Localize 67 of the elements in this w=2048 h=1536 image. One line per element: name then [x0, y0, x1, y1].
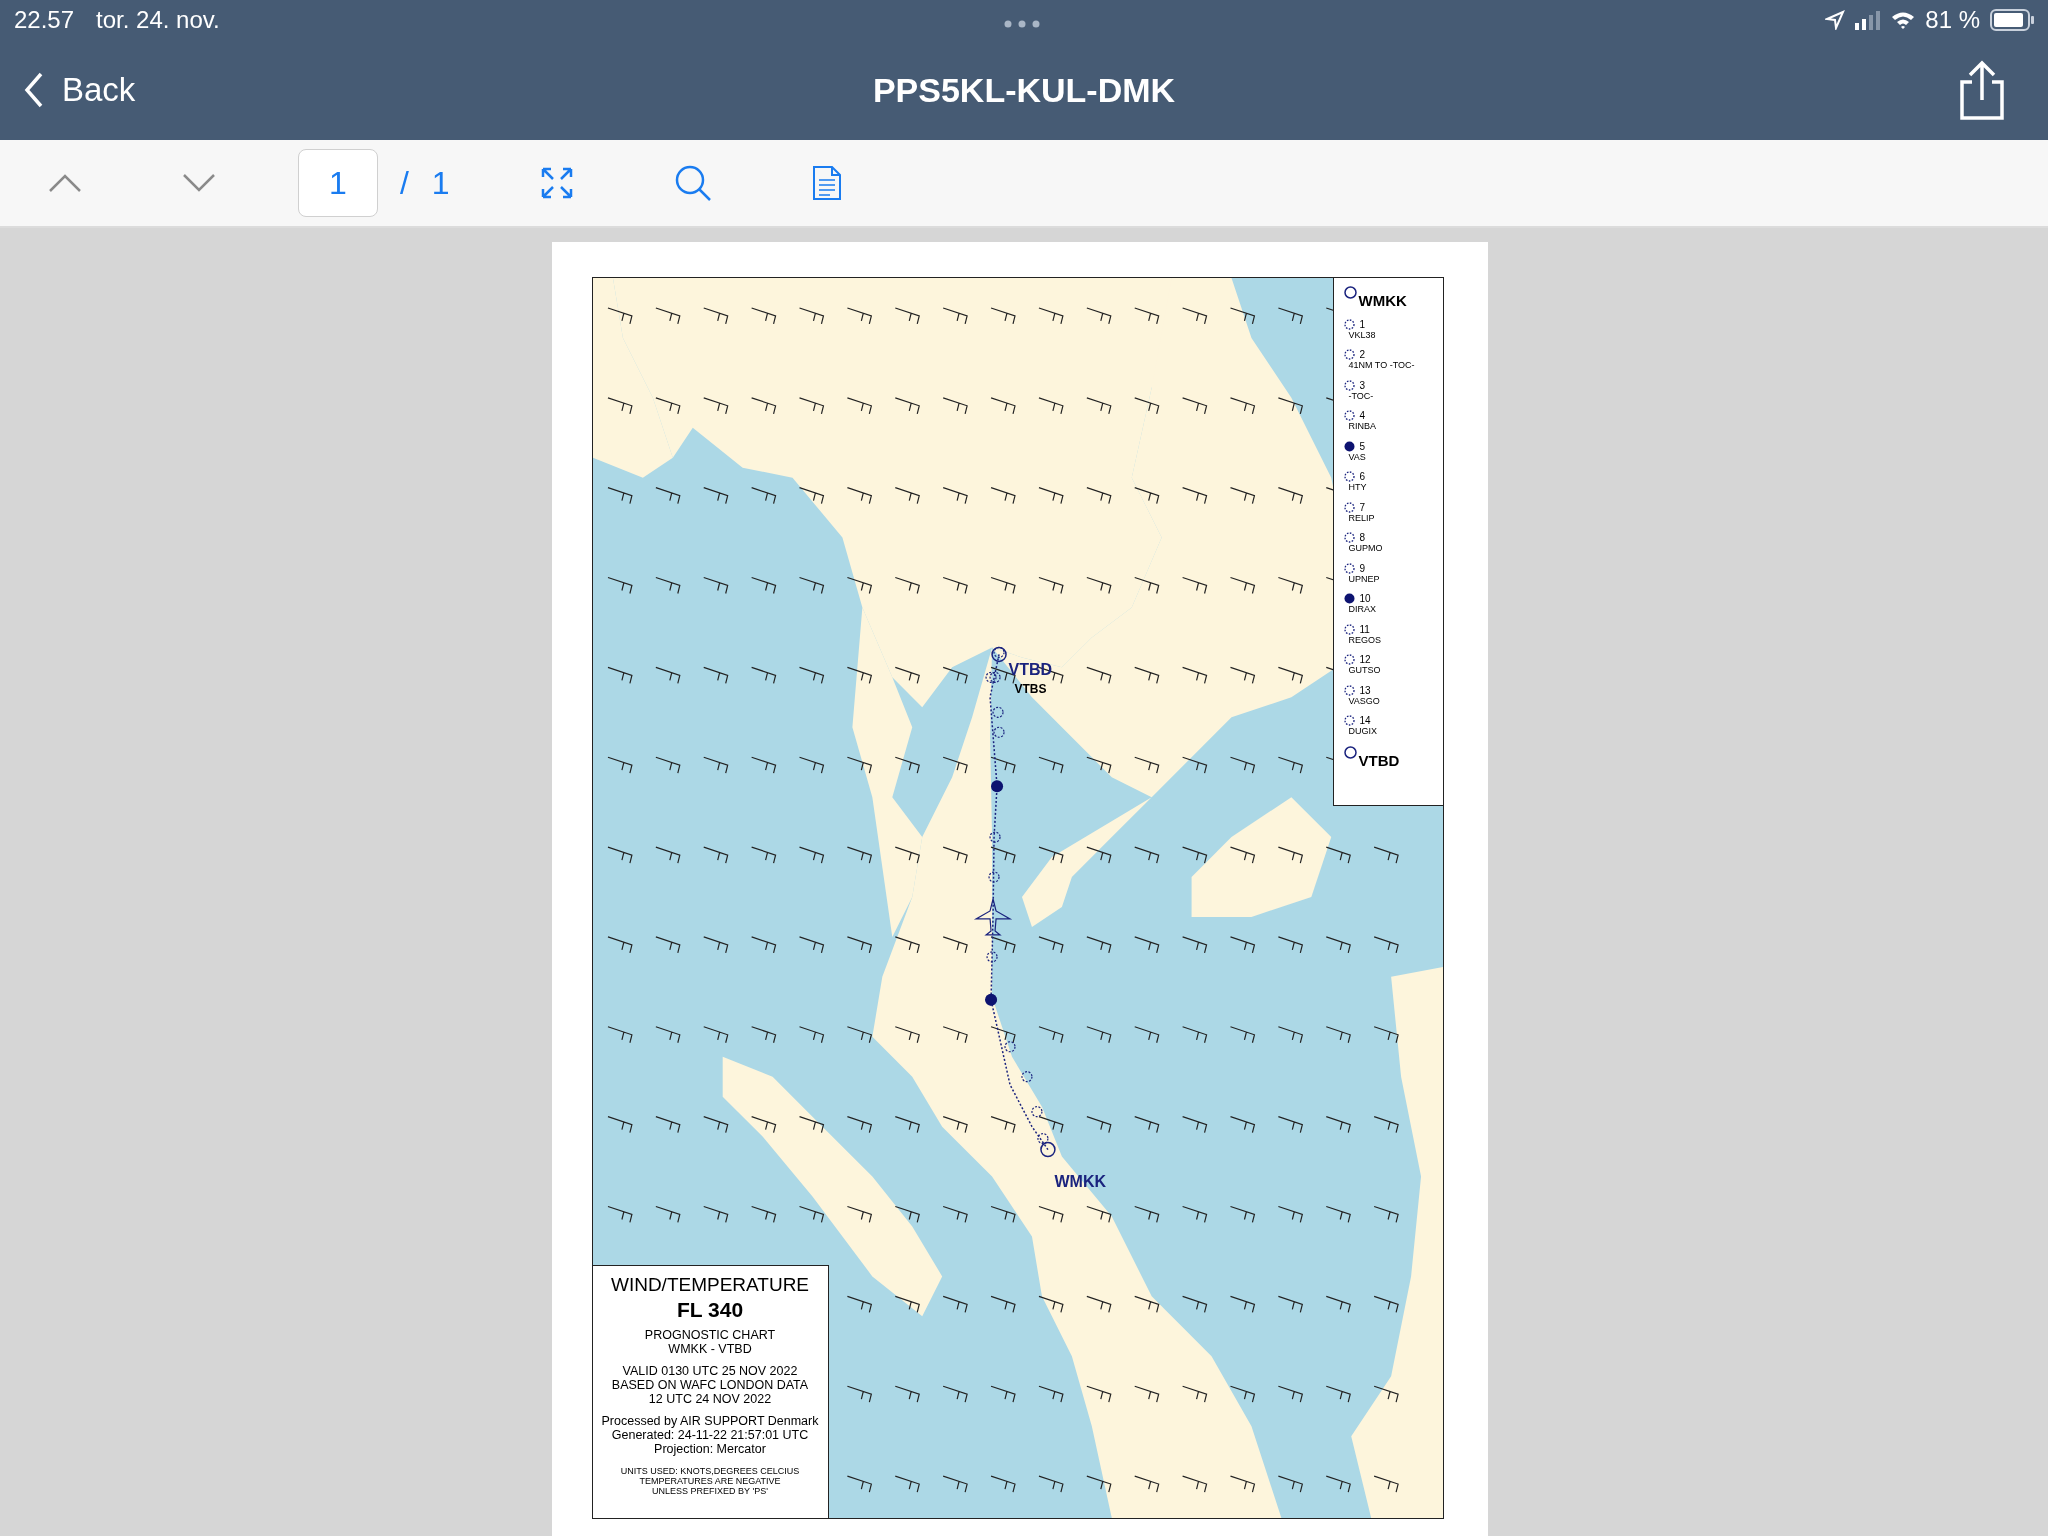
units-note: UNLESS PREFIXED BY 'PS' [651, 1486, 769, 1496]
chevron-up-icon[interactable] [48, 173, 82, 193]
status-date: tor. 24. nov. [96, 6, 220, 34]
units-note: UNITS USED: KNOTS,DEGREES CELCIUS [619, 1466, 801, 1476]
waypoint-name: REGOS [1347, 634, 1382, 645]
units-note: TEMPERATURES ARE NEGATIVE [638, 1476, 782, 1486]
airport-label: VTBD [1008, 661, 1053, 679]
waypoint-name: VAS [1347, 451, 1367, 462]
chevron-down-icon[interactable] [182, 173, 216, 193]
airport-label: WMKK [1054, 1173, 1107, 1191]
waypoint-number: 6 [1359, 471, 1366, 482]
waypoint-name: UPNEP [1347, 573, 1381, 584]
waypoint-number: 13 [1359, 684, 1371, 696]
validity-line: BASED ON WAFC LONDON DATA [610, 1378, 810, 1392]
validity-line: 12 UTC 24 NOV 2022 [647, 1392, 773, 1406]
waypoint-number: 14 [1359, 715, 1371, 726]
waypoint-number: 1 [1359, 318, 1366, 330]
waypoint-name: GUPMO [1347, 543, 1384, 553]
chart-subtitle: WMKK - VTBD [667, 1342, 753, 1356]
waypoint-number: 3 [1359, 379, 1366, 391]
flight-level: FL 340 [675, 1298, 745, 1322]
waypoint-name: DUGIX [1347, 726, 1378, 736]
page-total: / 1 [400, 164, 450, 202]
location-arrow-icon [1825, 10, 1846, 30]
waypoint-number: 8 [1359, 532, 1366, 543]
waypoint-number: 2 [1359, 349, 1366, 360]
legend-origin: WMKK [1358, 292, 1407, 309]
validity-line: VALID 0130 UTC 25 NOV 2022 [621, 1364, 799, 1378]
document-icon[interactable] [811, 165, 842, 201]
chart-heading: WIND/TEMPERATURE [609, 1274, 811, 1296]
waypoint-name: 41NM TO -TOC- [1347, 360, 1416, 370]
waypoint-name: RINBA [1347, 421, 1377, 431]
share-icon[interactable] [1958, 60, 2006, 120]
waypoint-name: DIRAX [1347, 604, 1377, 614]
waypoint-name: VASGO [1347, 695, 1381, 706]
waypoint-number: 5 [1359, 440, 1366, 452]
waypoint-number: 9 [1359, 562, 1366, 574]
battery-percent: 81 % [1925, 6, 1980, 34]
processing-line: Processed by AIR SUPPORT Denmark [600, 1414, 820, 1428]
processing-line: Generated: 24-11-22 21:57:01 UTC [610, 1428, 810, 1442]
waypoint-number: 10 [1359, 593, 1371, 604]
battery-icon [1990, 9, 2034, 31]
fullscreen-icon[interactable] [539, 166, 574, 200]
waypoint-name: HTY [1347, 482, 1368, 492]
page-number-field[interactable]: 1 [298, 149, 378, 217]
chevron-left-icon [24, 72, 44, 108]
airport-label: VTBS [1014, 682, 1047, 696]
processing-line: Projection: Mercator [653, 1442, 767, 1456]
waypoint-name: GUTSO [1347, 665, 1382, 675]
chart-subtitle: PROGNOSTIC CHART [643, 1328, 777, 1342]
signal-icon [1855, 10, 1882, 30]
waypoint-name: -TOC- [1347, 390, 1375, 401]
waypoint-number: 11 [1359, 623, 1370, 635]
waypoint-name: VKL38 [1347, 329, 1377, 340]
search-icon[interactable] [673, 164, 712, 202]
waypoint-name: RELIP [1347, 512, 1376, 523]
legend-destination: VTBD [1358, 751, 1400, 769]
airport-ring-icon [1343, 745, 1357, 759]
more-dots-icon[interactable] [1004, 20, 1040, 28]
wifi-icon [1891, 11, 1916, 29]
clock-time: 22.57 [14, 6, 75, 34]
waypoint-number: 7 [1359, 501, 1366, 513]
document-title: PPS5KL-KUL-DMK [872, 70, 1176, 110]
waypoint-number: 4 [1359, 410, 1366, 421]
airport-ring-icon [1343, 286, 1357, 299]
waypoint-number: 12 [1359, 654, 1371, 665]
back-button[interactable]: Back [24, 71, 136, 109]
